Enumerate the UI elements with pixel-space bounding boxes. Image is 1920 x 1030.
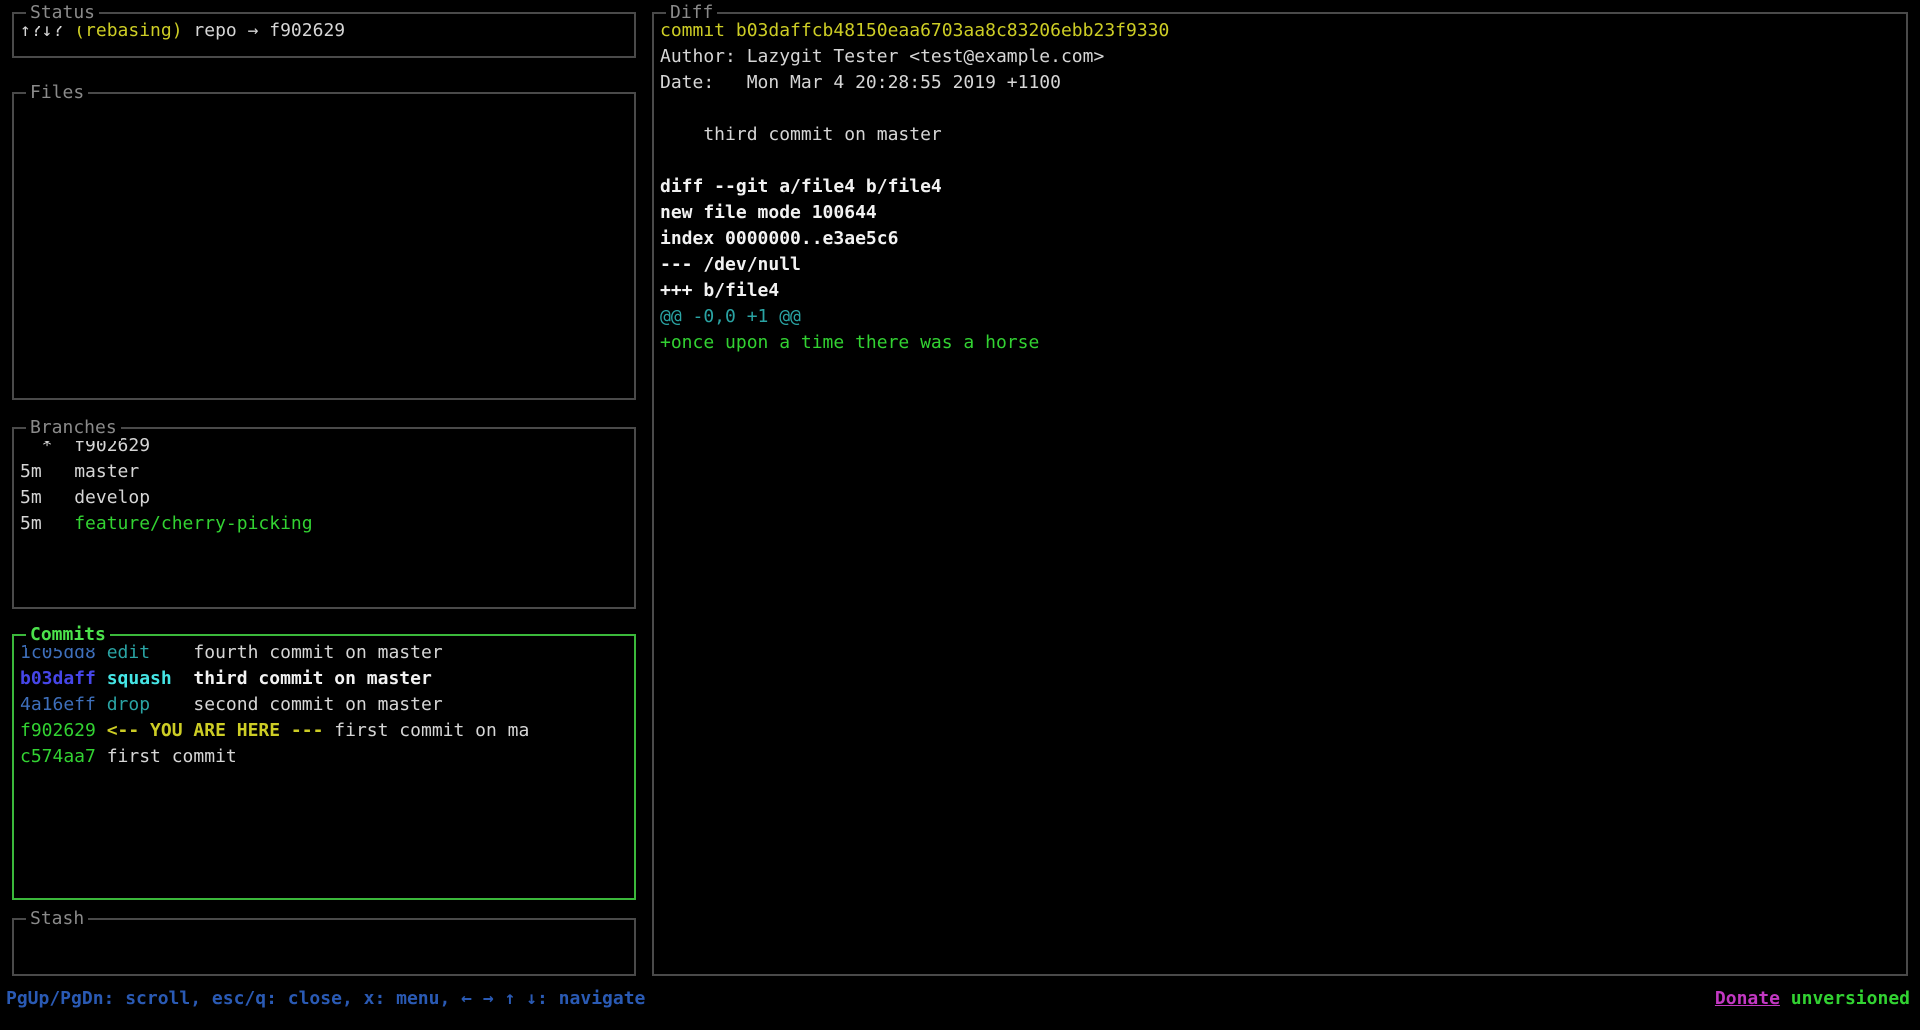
keybindings-help: PgUp/PgDn: scroll, esc/q: close, x: menu…: [6, 984, 645, 1014]
files-list-empty: [14, 94, 634, 102]
commit-row-you-are-here[interactable]: f902629 <-- YOU ARE HERE --- first commi…: [20, 718, 628, 744]
diff-panel-title: Diff: [666, 0, 717, 26]
status-line: ↑?↓? (rebasing) repo → f902629: [20, 18, 628, 44]
diff-new-path-line: +++ b/file4: [660, 278, 1900, 304]
stash-list-empty: [14, 920, 634, 928]
diff-commit-sha-line: commit b03daffcb48150eaa6703aa8c83206ebb…: [660, 18, 1900, 44]
status-panel[interactable]: Status ↑?↓? (rebasing) repo → f902629: [12, 12, 636, 58]
diff-author-line: Author: Lazygit Tester <test@example.com…: [660, 44, 1900, 70]
commit-subject: third commit on master: [193, 668, 431, 689]
rebase-action-drop: drop: [107, 694, 194, 715]
branch-recency: 5m: [20, 461, 74, 482]
diff-date-line: Date: Mon Mar 4 20:28:55 2019 +1100: [660, 70, 1900, 96]
bottom-statusbar: PgUp/PgDn: scroll, esc/q: close, x: menu…: [6, 984, 1910, 1014]
repo-name: repo → f902629: [183, 20, 346, 41]
version-label: unversioned: [1791, 988, 1910, 1009]
commit-row[interactable]: 4a16eff drop second commit on master: [20, 692, 628, 718]
commit-subject: first commit: [107, 746, 237, 767]
commit-subject: first commit on ma: [334, 720, 529, 741]
commit-row-selected[interactable]: b03daff squash third commit on master: [20, 666, 628, 692]
branch-name: feature/cherry-picking: [74, 513, 312, 534]
commit-row[interactable]: c574aa7 first commit: [20, 744, 628, 770]
branch-name: develop: [74, 487, 150, 508]
diff-header-line: diff --git a/file4 b/file4: [660, 174, 1900, 200]
commit-subject: second commit on master: [193, 694, 442, 715]
diff-old-path-line: --- /dev/null: [660, 252, 1900, 278]
diff-hunk-header-line: @@ -0,0 +1 @@: [660, 304, 1900, 330]
branch-row-feature-cherry-picking[interactable]: 5m feature/cherry-picking: [20, 511, 628, 537]
stash-panel-title: Stash: [26, 906, 88, 932]
rebase-action-edit: edit: [107, 642, 194, 663]
commit-hash: f902629: [20, 720, 107, 741]
diff-content[interactable]: commit b03daffcb48150eaa6703aa8c83206ebb…: [654, 14, 1906, 360]
donate-link[interactable]: Donate: [1715, 988, 1780, 1009]
files-panel[interactable]: Files: [12, 92, 636, 400]
you-are-here-marker: <-- YOU ARE HERE ---: [107, 720, 335, 741]
stash-panel[interactable]: Stash: [12, 918, 636, 976]
diff-newfile-line: new file mode 100644: [660, 200, 1900, 226]
status-panel-title: Status: [26, 0, 99, 26]
branch-recency: 5m: [20, 487, 74, 508]
diff-commit-message-line: third commit on master: [660, 122, 1900, 148]
commit-hash: c574aa7: [20, 746, 107, 767]
branch-name: master: [74, 461, 139, 482]
diff-blank-line: [660, 148, 1900, 174]
commit-hash: 4a16eff: [20, 694, 107, 715]
commit-row[interactable]: 1c05dd8 edit fourth commit on master: [20, 640, 628, 666]
branch-row-develop[interactable]: 5m develop: [20, 485, 628, 511]
branches-panel-title: Branches: [26, 415, 121, 441]
diff-index-line: index 0000000..e3ae5c6: [660, 226, 1900, 252]
commits-panel[interactable]: Commits 1c05dd8 edit fourth commit on ma…: [12, 634, 636, 900]
diff-panel[interactable]: Diff commit b03daffcb48150eaa6703aa8c832…: [652, 12, 1908, 976]
statusbar-right: Donate unversioned: [1715, 984, 1910, 1014]
branch-row-master[interactable]: 5m master: [20, 459, 628, 485]
commit-hash: b03daff: [20, 668, 107, 689]
diff-blank-line: [660, 96, 1900, 122]
rebase-action-squash: squash: [107, 668, 194, 689]
branch-recency: 5m: [20, 513, 74, 534]
files-panel-title: Files: [26, 80, 88, 106]
commit-subject: fourth commit on master: [193, 642, 442, 663]
branches-panel[interactable]: Branches * f902629 5m master 5m develop …: [12, 427, 636, 609]
commits-panel-title: Commits: [26, 622, 110, 648]
diff-added-line: +once upon a time there was a horse: [660, 330, 1900, 356]
